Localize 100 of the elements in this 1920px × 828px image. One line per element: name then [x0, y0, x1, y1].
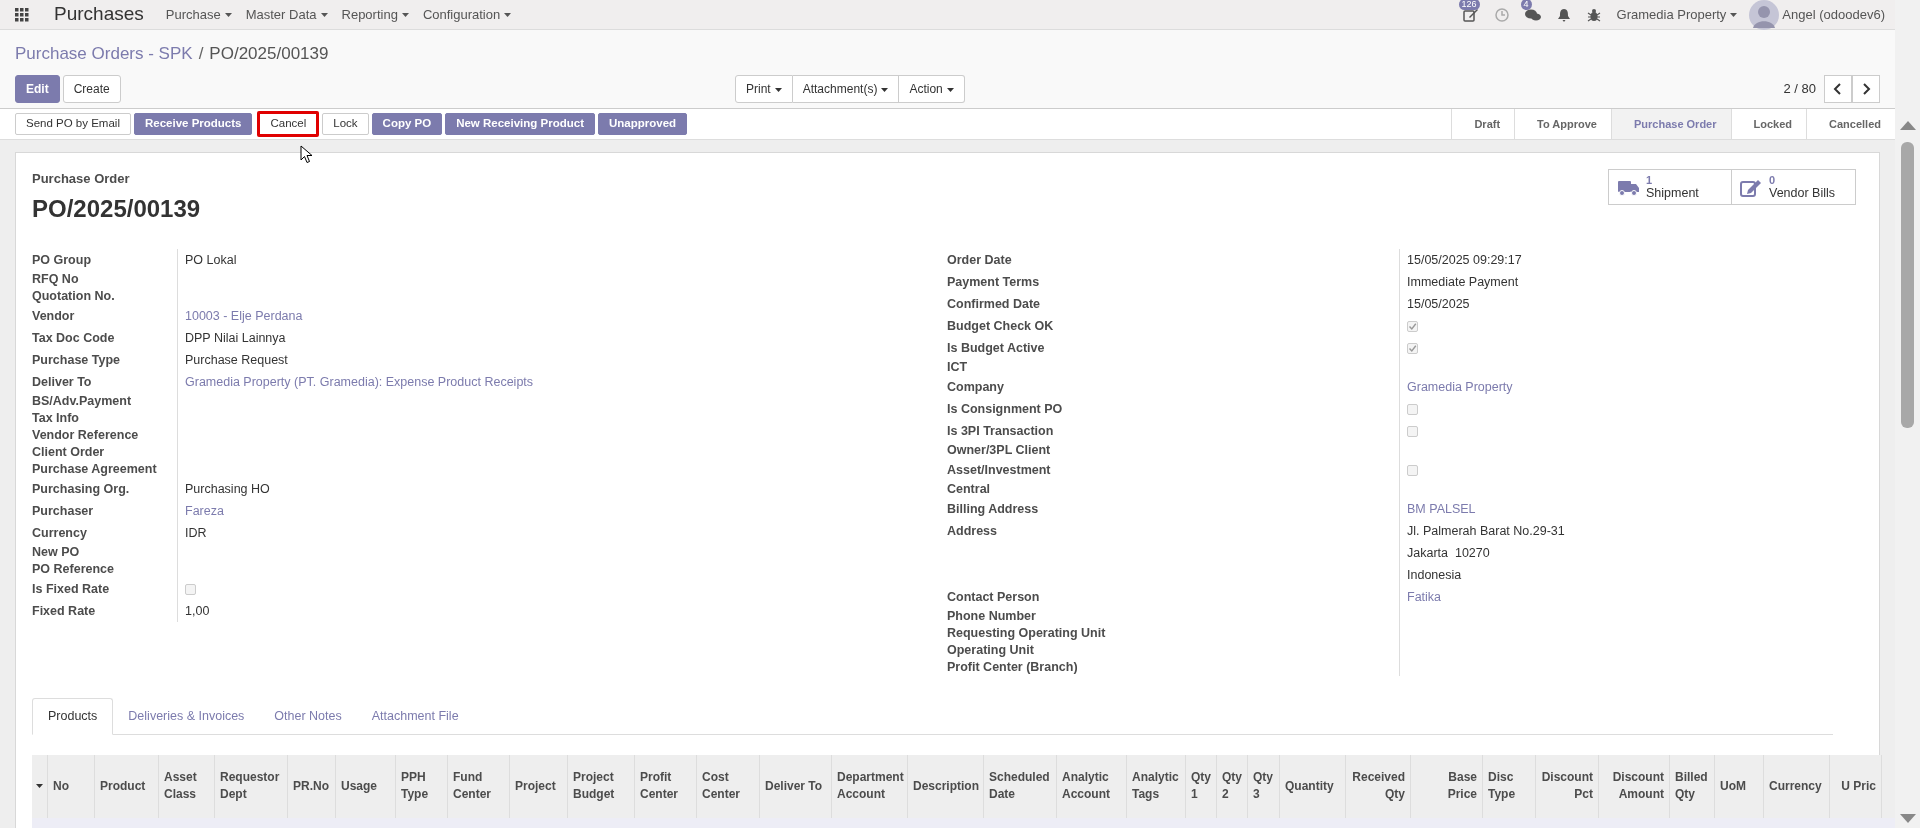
tab[interactable]: Attachment File — [356, 697, 474, 735]
column-header[interactable]: U Pric — [1830, 754, 1882, 818]
menu-item[interactable]: Purchase — [158, 0, 239, 30]
field-label: Currency — [32, 524, 88, 542]
edit-icon — [1740, 177, 1763, 197]
menu-item[interactable]: Reporting — [334, 0, 416, 30]
field-value: 15/05/2025 — [1407, 296, 1470, 311]
field-link[interactable]: Gramedia Property (PT. Gramedia): Expense Product Receipts — [185, 374, 534, 389]
column-header[interactable]: Description — [908, 754, 984, 818]
column-header[interactable]: PR.No — [288, 754, 336, 818]
checkbox[interactable] — [1407, 342, 1418, 354]
field-label: Is 3PI Transaction — [947, 422, 1055, 440]
column-header[interactable]: Usage — [336, 754, 396, 818]
next-icon[interactable] — [1852, 75, 1880, 103]
checkbox[interactable] — [1407, 425, 1418, 437]
column-header[interactable]: Discount Pct — [1536, 754, 1599, 818]
bug-icon[interactable] — [1586, 7, 1601, 22]
tab[interactable]: Deliveries & Invoices — [113, 697, 260, 735]
header-button[interactable]: Cancel — [257, 111, 320, 137]
column-header[interactable]: Scheduled Date — [984, 754, 1057, 818]
tab[interactable]: Other Notes — [259, 697, 357, 735]
header-button[interactable]: Send PO by Email — [15, 113, 131, 135]
caret-icon — [504, 13, 512, 18]
field-link[interactable]: Gramedia Property — [1407, 379, 1513, 394]
column-header[interactable]: Department Account — [832, 754, 908, 818]
column-header[interactable]: Disc Type — [1483, 754, 1536, 818]
count-label: 0 — [1769, 174, 1777, 187]
edit-icon[interactable] — [1462, 7, 1479, 22]
field-link[interactable]: Fareza — [185, 503, 224, 518]
column-header[interactable]: Billed Qty — [1670, 754, 1715, 818]
header-button[interactable]: New Receiving Product — [445, 113, 595, 135]
checkbox[interactable] — [1407, 403, 1418, 415]
column-header[interactable]: PPH Type — [396, 754, 448, 818]
field-link[interactable]: 10003 - Elje Perdana — [185, 308, 303, 323]
company-switcher[interactable]: Gramedia Property — [1616, 4, 1738, 25]
create-button[interactable]: Create — [62, 75, 121, 103]
field-link[interactable]: BM PALSEL — [1407, 501, 1476, 516]
previous-icon[interactable] — [1824, 75, 1852, 103]
column-header[interactable]: Discount Amount — [1599, 754, 1670, 818]
smart-button[interactable]: 0 Vendor Bills — [1732, 169, 1856, 205]
smart-button-label: Shipment — [1646, 187, 1699, 200]
column-header[interactable]: Base Price — [1411, 754, 1483, 818]
checkbox[interactable] — [185, 583, 196, 595]
header-button[interactable]: Copy PO — [371, 113, 443, 135]
avatar-icon[interactable] — [1749, 0, 1780, 30]
column-header[interactable]: Project — [510, 754, 568, 818]
header-button[interactable]: Lock — [322, 113, 369, 135]
column-header[interactable]: Asset Class — [159, 754, 215, 818]
scrollbar-thumb[interactable] — [1901, 142, 1914, 428]
breadcrumb-separator: / — [198, 43, 204, 66]
chat-icon[interactable] — [1524, 7, 1541, 22]
menu-item[interactable]: Configuration — [415, 0, 519, 30]
column-header[interactable]: Deliver To — [760, 754, 832, 818]
tab[interactable]: Products — [32, 697, 114, 735]
column-header[interactable]: Product — [95, 754, 159, 818]
scroll-up-icon[interactable] — [1899, 120, 1916, 130]
dropdown-button[interactable]: Attachment(s) — [792, 75, 900, 103]
column-header[interactable]: Quantity — [1280, 754, 1346, 818]
caret-icon — [1730, 13, 1738, 18]
field-label: PO Group — [32, 251, 93, 269]
sort-caret-icon[interactable] — [36, 784, 43, 788]
column-header[interactable]: Qty 3 — [1248, 754, 1280, 818]
apps-menu-icon[interactable] — [15, 7, 29, 22]
checkbox[interactable] — [1407, 320, 1418, 332]
dropdown-button[interactable]: Action — [899, 75, 965, 103]
dropdown-button[interactable]: Print — [735, 75, 793, 103]
column-header[interactable]: UoM — [1715, 754, 1764, 818]
edit-button[interactable]: Edit — [15, 75, 60, 103]
column-header[interactable]: No — [48, 754, 95, 818]
field-link[interactable]: Fatika — [1407, 589, 1442, 604]
column-header[interactable]: Cost Center — [697, 754, 760, 818]
smart-button[interactable]: 1 Shipment — [1608, 169, 1732, 205]
column-header[interactable]: Profit Center — [635, 754, 697, 818]
column-header[interactable]: Currency — [1764, 754, 1830, 818]
column-header[interactable]: Fund Center — [448, 754, 510, 818]
breadcrumb-link[interactable]: Purchase Orders - SPK — [15, 41, 193, 67]
column-header[interactable]: Received Qty — [1346, 754, 1411, 818]
column-header[interactable]: Analytic Account — [1057, 754, 1127, 818]
column-header[interactable]: Requestor Dept — [215, 754, 288, 818]
checkbox[interactable] — [1407, 464, 1418, 476]
column-header[interactable]: Qty 1 — [1186, 754, 1217, 818]
field-label: Owner/3PL Client — [947, 442, 1052, 459]
app-title: Purchases — [54, 2, 144, 27]
scroll-down-icon[interactable] — [1899, 814, 1916, 824]
field-label: Client Order — [32, 444, 106, 461]
field-value: Purchasing HO — [185, 481, 270, 496]
menu-item[interactable]: Master Data — [238, 0, 335, 30]
user-name[interactable]: Angel (odoodev6) — [1782, 4, 1885, 25]
header-button[interactable]: Unapproved — [597, 113, 688, 135]
field-label: Contact Person — [947, 588, 1041, 606]
notification-badge: 4 — [1520, 0, 1532, 10]
bell-icon[interactable] — [1556, 7, 1571, 22]
field-label: Order Date — [947, 251, 1013, 269]
column-header[interactable]: Analytic Tags — [1127, 754, 1186, 818]
status-step[interactable]: Purchase Order — [1610, 109, 1731, 139]
field-label: Quotation No. — [32, 288, 116, 305]
column-header[interactable]: Project Budget — [568, 754, 635, 818]
column-header[interactable]: Qty 2 — [1217, 754, 1248, 818]
header-button[interactable]: Receive Products — [133, 113, 253, 135]
clock-icon[interactable] — [1494, 7, 1509, 22]
